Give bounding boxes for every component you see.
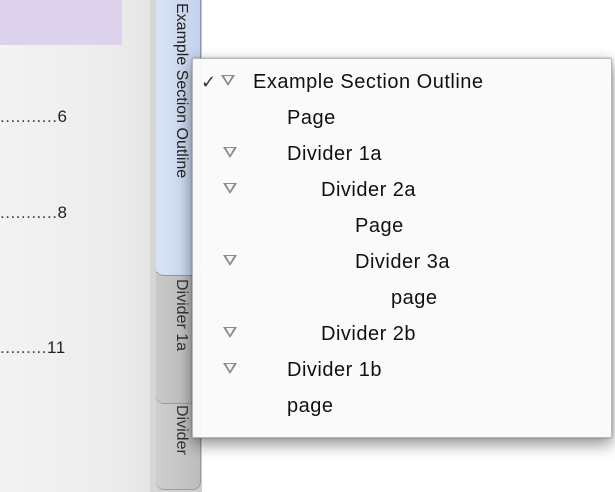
disclosure-triangle-icon[interactable] <box>221 75 235 86</box>
menu-item-label: page <box>287 395 334 417</box>
menu-item-label: Divider 2b <box>321 323 417 345</box>
selected-heading-highlight <box>0 0 122 45</box>
notebook-page: ...........6 ...........8 .........11 <box>0 0 160 492</box>
menu-item-divider-2b[interactable]: Divider 2b <box>193 316 611 352</box>
menu-item-page[interactable]: Page <box>193 208 611 244</box>
toc-leader-dots: ........... <box>0 107 58 126</box>
checkmark-icon: ✓ <box>201 72 217 92</box>
disclosure-triangle-icon[interactable] <box>223 147 237 158</box>
menu-item-page[interactable]: page <box>193 280 611 316</box>
menu-item-divider-1a[interactable]: Divider 1a <box>193 136 611 172</box>
toc-leader-dots: ........... <box>0 203 58 222</box>
disclosure-triangle-icon[interactable] <box>223 363 237 374</box>
toc-entry[interactable]: ...........6 <box>0 107 130 127</box>
toc-page-number: 11 <box>47 338 66 357</box>
menu-item-page[interactable]: Page <box>193 100 611 136</box>
menu-item-divider-3a[interactable]: Divider 3a <box>193 244 611 280</box>
toc-entry[interactable]: .........11 <box>0 338 130 358</box>
toc-leader-dots: ......... <box>0 338 48 357</box>
menu-item-label: Divider 2a <box>321 179 417 201</box>
menu-item-label: Example Section Outline <box>253 71 484 93</box>
menu-item-page[interactable]: page <box>193 388 611 424</box>
menu-item-label: page <box>391 287 438 309</box>
disclosure-triangle-icon[interactable] <box>223 327 237 338</box>
outline-popup-menu: ✓ Example Section Outline Page Divider 1… <box>192 58 612 438</box>
menu-item-label: Divider 1a <box>287 143 383 165</box>
menu-item-label: Page <box>355 215 404 237</box>
menu-item-label: Page <box>287 107 336 129</box>
menu-item-label: Divider 3a <box>355 251 451 273</box>
toc-page-number: 8 <box>57 203 68 222</box>
tab-label: Divider <box>173 405 190 455</box>
tab-label: Example Section Outline <box>173 3 190 179</box>
tab-label: Divider 1a <box>173 279 190 352</box>
menu-item-divider-2a[interactable]: Divider 2a <box>193 172 611 208</box>
menu-item-label: Divider 1b <box>287 359 383 381</box>
disclosure-triangle-icon[interactable] <box>223 183 237 194</box>
menu-item-example-section-outline[interactable]: ✓ Example Section Outline <box>193 64 611 100</box>
disclosure-triangle-icon[interactable] <box>223 255 237 266</box>
menu-item-divider-1b[interactable]: Divider 1b <box>193 352 611 388</box>
toc-page-number: 6 <box>57 107 68 126</box>
toc-entry[interactable]: ...........8 <box>0 203 130 223</box>
